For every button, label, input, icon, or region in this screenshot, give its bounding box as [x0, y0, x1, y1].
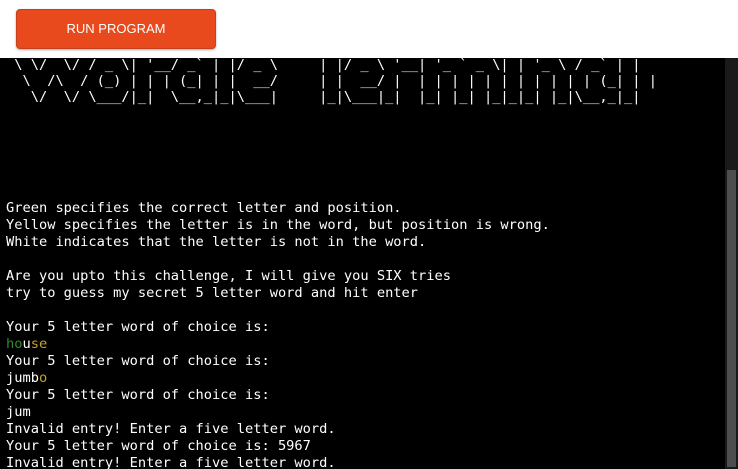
- terminal-output: \ \/ \/ / _ \| '__/ _` | |/ _ \ | |/ _ \…: [6, 58, 724, 469]
- guess-result-1: house: [6, 336, 724, 353]
- raw-entry: jum: [6, 404, 31, 420]
- guess-letter-absent: m: [22, 370, 31, 386]
- challenge-line-1: Are you upto this challenge, I will give…: [6, 268, 451, 284]
- run-program-button[interactable]: RUN PROGRAM: [16, 9, 216, 49]
- guess-prompt-with-input: Your 5 letter word of choice is: 5967: [6, 438, 311, 454]
- instruction-white: White indicates that the letter is not i…: [6, 234, 427, 250]
- terminal-window[interactable]: \ \/ \/ / _ \| '__/ _` | |/ _ \ | |/ _ \…: [0, 58, 738, 469]
- guess-letter-absent: j: [6, 370, 15, 386]
- wordle-banner-art: \ \/ \/ / _ \| '__/ _` | |/ _ \ | |/ _ \…: [14, 58, 658, 105]
- guess-letter-present: e: [39, 336, 48, 352]
- guess-letter-correct: h: [6, 336, 15, 352]
- guess-letter-correct: o: [14, 336, 23, 352]
- guess-letter-absent: u: [22, 336, 31, 352]
- instruction-yellow: Yellow specifies the letter is in the wo…: [6, 217, 550, 233]
- terminal-scrollbar[interactable]: [725, 58, 738, 469]
- invalid-entry-message: Invalid entry! Enter a five letter word.: [6, 421, 336, 437]
- invalid-entry-message: Invalid entry! Enter a five letter word.: [6, 455, 336, 469]
- scrollbar-thumb[interactable]: [727, 170, 736, 467]
- guess-result-2: jumbo: [6, 370, 724, 387]
- guess-letter-present: s: [30, 336, 39, 352]
- instruction-green: Green specifies the correct letter and p…: [6, 200, 402, 216]
- guess-prompt: Your 5 letter word of choice is:: [6, 387, 270, 403]
- challenge-line-2: try to guess my secret 5 letter word and…: [6, 285, 419, 301]
- banner-spacer: [6, 114, 724, 200]
- guess-prompt: Your 5 letter word of choice is:: [6, 319, 270, 335]
- guess-letter-absent: b: [30, 370, 39, 386]
- guess-letter-absent: u: [14, 370, 23, 386]
- guess-letter-present: o: [39, 370, 48, 386]
- guess-prompt: Your 5 letter word of choice is:: [6, 353, 270, 369]
